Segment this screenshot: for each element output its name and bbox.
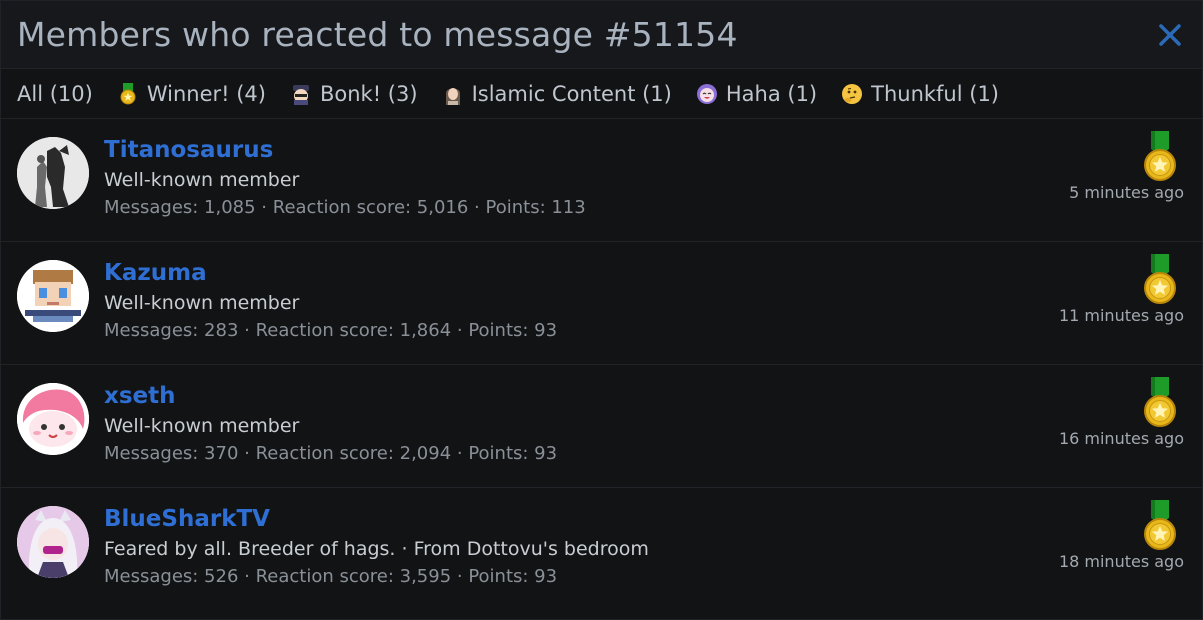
haha-icon — [696, 83, 718, 105]
user-title: Well-known member — [104, 414, 300, 437]
username-link[interactable]: Kazuma — [104, 260, 557, 288]
username-link[interactable]: BlueSharkTV — [104, 506, 649, 534]
reaction-time: 16 minutes ago — [1058, 429, 1184, 448]
tab-label: Winner! (4) — [146, 81, 266, 106]
user-stats: Messages: 283 · Reaction score: 1,864 · … — [104, 319, 558, 341]
tab-bonk[interactable]: Bonk! (3) — [290, 82, 418, 106]
modal-title: Members who reacted to message #51154 — [17, 15, 738, 54]
avatar[interactable] — [17, 137, 89, 209]
tab-label: All (10) — [17, 81, 93, 106]
gold-medal-icon — [1144, 500, 1176, 550]
member-info: Titanosaurus Well-known member Messages:… — [104, 137, 586, 218]
member-info: Kazuma Well-known member Messages: 283 ·… — [104, 260, 557, 341]
reaction-tabs: All (10) Winner! (4) Bonk! (3) Islamic C… — [1, 69, 1202, 119]
list-item: xseth Well-known member Messages: 370 · … — [1, 365, 1202, 488]
list-item: Titanosaurus Well-known member Messages:… — [1, 119, 1202, 242]
tab-label: Islamic Content (1) — [471, 81, 672, 106]
modal-header: Members who reacted to message #51154 — [1, 1, 1202, 69]
user-stats: Messages: 370 · Reaction score: 2,094 · … — [104, 442, 558, 464]
member-info: xseth Well-known member Messages: 370 · … — [104, 383, 557, 464]
tab-haha[interactable]: Haha (1) — [696, 82, 817, 106]
member-info: BlueSharkTV Feared by all. Breeder of ha… — [104, 506, 649, 587]
close-icon — [1159, 23, 1181, 46]
thinking-face-icon — [841, 83, 863, 105]
reaction-time: 5 minutes ago — [1069, 183, 1184, 202]
reaction-meta: 18 minutes ago — [1059, 500, 1184, 571]
list-item: Kazuma Well-known member Messages: 283 ·… — [1, 242, 1202, 365]
reaction-time: 18 minutes ago — [1058, 552, 1184, 571]
user-title: Well-known member — [104, 291, 300, 314]
user-title: Feared by all. Breeder of hags. · From D… — [104, 537, 649, 560]
member-list: Titanosaurus Well-known member Messages:… — [1, 119, 1202, 611]
bonk-icon — [290, 83, 312, 105]
user-stats: Messages: 526 · Reaction score: 3,595 · … — [104, 565, 558, 587]
tab-label: Haha (1) — [725, 81, 818, 106]
username-link[interactable]: xseth — [104, 383, 557, 411]
gold-medal-icon — [1144, 131, 1176, 181]
reaction-meta: 11 minutes ago — [1059, 254, 1184, 325]
reactions-modal: Members who reacted to message #51154 Al… — [0, 0, 1203, 620]
tab-label: Thunkful (1) — [871, 81, 1000, 106]
avatar[interactable] — [17, 506, 89, 578]
gold-medal-icon — [1144, 377, 1176, 427]
tab-winner[interactable]: Winner! (4) — [117, 82, 266, 106]
list-item: BlueSharkTV Feared by all. Breeder of ha… — [1, 488, 1202, 611]
reaction-time: 11 minutes ago — [1058, 306, 1184, 325]
avatar[interactable] — [17, 383, 89, 455]
username-link[interactable]: Titanosaurus — [104, 137, 586, 165]
reaction-meta: 16 minutes ago — [1059, 377, 1184, 448]
user-stats: Messages: 1,085 · Reaction score: 5,016 … — [104, 196, 586, 218]
tab-all[interactable]: All (10) — [17, 82, 93, 106]
user-title: Well-known member — [104, 168, 300, 191]
tab-islamic-content[interactable]: Islamic Content (1) — [442, 82, 672, 106]
islamic-content-icon — [442, 83, 464, 105]
gold-medal-icon — [1144, 254, 1176, 304]
avatar[interactable] — [17, 260, 89, 332]
tab-label: Bonk! (3) — [319, 81, 418, 106]
close-button[interactable] — [1154, 19, 1186, 51]
reaction-meta: 5 minutes ago — [1069, 131, 1184, 202]
gold-medal-icon — [117, 82, 139, 105]
tab-thunkful[interactable]: Thunkful (1) — [841, 82, 999, 106]
